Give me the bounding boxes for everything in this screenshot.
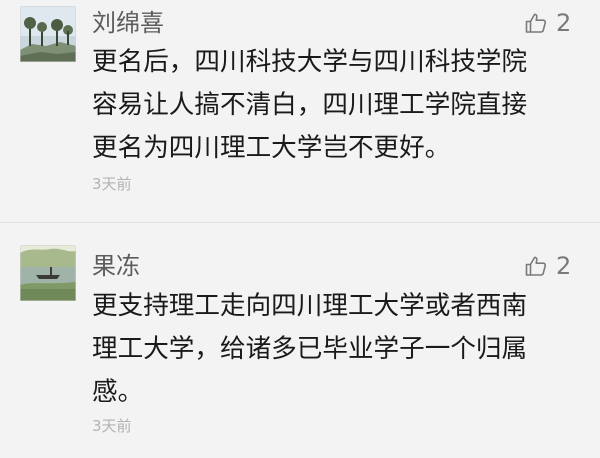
comment-text: 更名后，四川科技大学与四川科技学院 容易让人搞不清白，四川理工学院直接 更名为四… bbox=[92, 41, 582, 170]
comment-timestamp: 3天前 bbox=[92, 175, 132, 193]
comment-text-line: 感。 bbox=[92, 377, 144, 407]
avatar[interactable] bbox=[20, 245, 76, 301]
comment-text-line: 理工大学，给诸多已毕业学子一个归属 bbox=[92, 334, 528, 364]
comment-list: 刘绵喜 2 更名后，四川科技大学与四川科技学院 容易让人搞不清白，四川理工学院直… bbox=[0, 0, 600, 458]
like-count: 2 bbox=[556, 9, 572, 37]
comment-author[interactable]: 刘绵喜 bbox=[92, 8, 164, 38]
like-button[interactable]: 2 bbox=[524, 251, 571, 281]
comment-text-line: 容易让人搞不清白，四川理工学院直接 bbox=[92, 90, 528, 120]
landscape-trees-avatar-image bbox=[20, 6, 76, 62]
like-button[interactable]: 2 bbox=[524, 8, 571, 38]
comment-item: 果冻 2 更支持理工走向四川理工大学或者西南 理工大学，给诸多已毕业学子一个归属… bbox=[0, 222, 600, 458]
comment-author[interactable]: 果冻 bbox=[92, 251, 140, 281]
comment-text: 更支持理工走向四川理工大学或者西南 理工大学，给诸多已毕业学子一个归属 感。 bbox=[92, 285, 582, 414]
like-count: 2 bbox=[556, 252, 572, 280]
thumbs-up-icon bbox=[524, 254, 548, 278]
comment-item: 刘绵喜 2 更名后，四川科技大学与四川科技学院 容易让人搞不清白，四川理工学院直… bbox=[0, 0, 600, 222]
comment-text-line: 更支持理工走向四川理工大学或者西南 bbox=[92, 291, 528, 321]
comment-text-line: 更名为四川理工大学岂不更好。 bbox=[92, 133, 451, 163]
thumbs-up-icon bbox=[524, 11, 548, 35]
comment-timestamp: 3天前 bbox=[92, 417, 132, 435]
avatar[interactable] bbox=[20, 6, 76, 62]
comment-text-line: 更名后，四川科技大学与四川科技学院 bbox=[92, 47, 528, 77]
lake-boat-avatar-image bbox=[20, 245, 76, 301]
